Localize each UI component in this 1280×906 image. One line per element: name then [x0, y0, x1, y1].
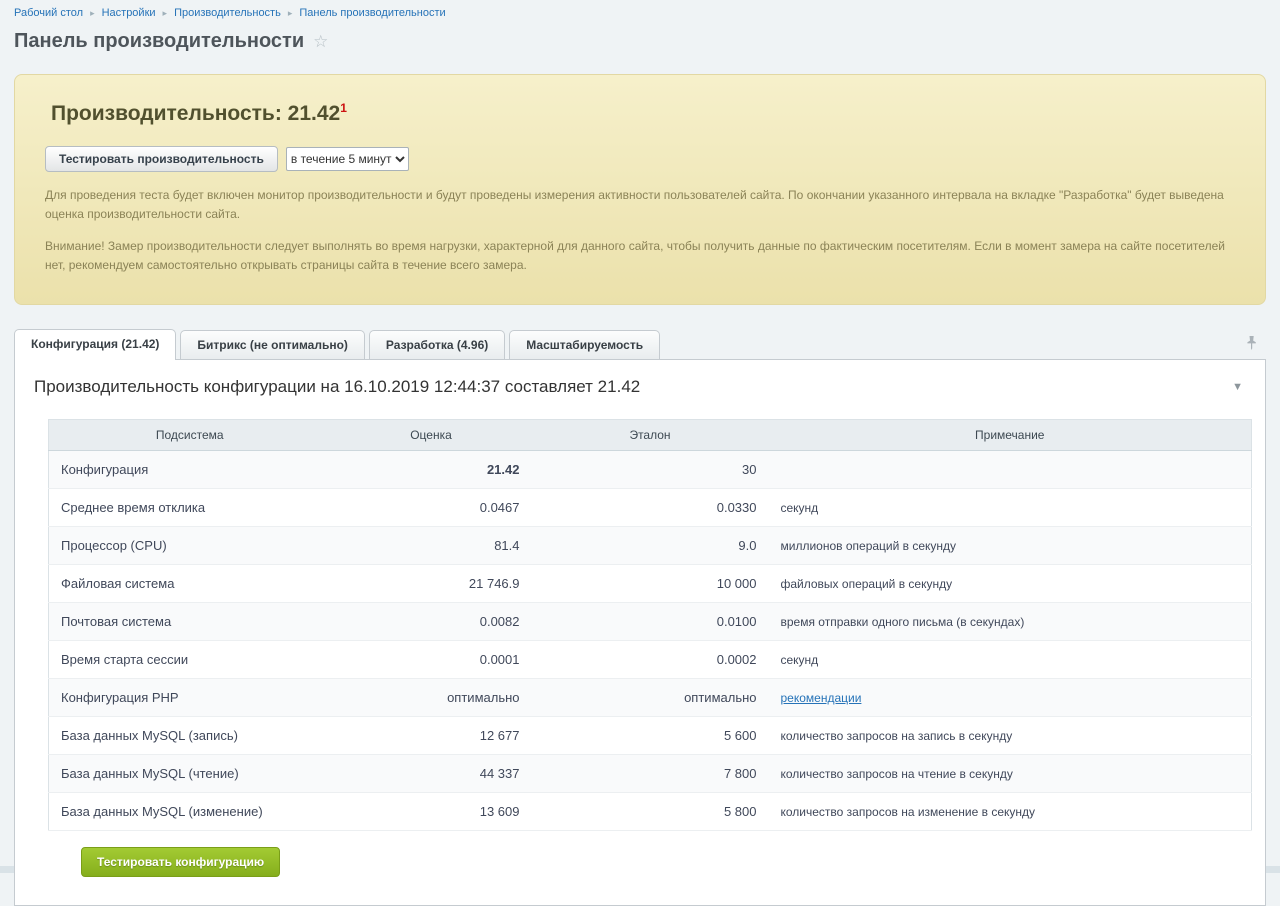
cell-etalon: оптимально: [531, 678, 769, 718]
table-row: Конфигурация 21.42 30: [48, 450, 1252, 490]
breadcrumb-item-desktop[interactable]: Рабочий стол: [14, 7, 83, 19]
tab-configuration[interactable]: Конфигурация (21.42): [14, 329, 177, 361]
table-row: Процессор (CPU) 81.4 9.0 миллионов операций…: [48, 526, 1252, 566]
cell-score: 12 677: [330, 716, 532, 756]
collapse-arrow-icon[interactable]: ▼: [1232, 381, 1243, 393]
performance-description: Для проведения теста будет включен монит…: [45, 188, 1224, 221]
pin-icon[interactable]: [1245, 335, 1258, 355]
cell-etalon: 10 000: [531, 564, 769, 604]
perf-table-body: Конфигурация 21.42 30 Среднее время отклика…: [48, 450, 1252, 832]
tab-scalability[interactable]: Масштабируемость: [509, 330, 661, 361]
cell-etalon: 5 600: [531, 716, 769, 756]
cell-score: 81.4: [330, 526, 532, 566]
cell-subsystem: Файловая система: [48, 564, 331, 604]
cell-etalon: 5 800: [531, 792, 769, 832]
cell-subsystem: База данных MySQL (изменение): [48, 792, 331, 832]
cell-subsystem: База данных MySQL (запись): [48, 716, 331, 756]
favorite-star-icon[interactable]: ☆: [313, 32, 328, 52]
cell-note: секунд: [768, 640, 1252, 680]
page-title-row: Панель производительности ☆: [0, 19, 1280, 65]
page-title: Панель производительности: [14, 30, 305, 52]
table-row: База данных MySQL (запись) 12 677 5 600 кол…: [48, 716, 1252, 756]
cell-note: количество запросов на изменение в секун…: [768, 792, 1252, 832]
duration-select[interactable]: в течение 5 минут: [285, 147, 409, 171]
table-row: Время старта сессии 0.0001 0.0002 секунд: [48, 640, 1252, 680]
recommendations-link[interactable]: рекомендации: [781, 691, 862, 705]
test-performance-button[interactable]: Тестировать производительность: [45, 146, 278, 172]
cell-score: 21 746.9: [330, 564, 532, 604]
cell-subsystem: Процессор (CPU): [48, 526, 331, 566]
cell-score: оптимально: [330, 678, 532, 718]
cell-subsystem: Почтовая система: [48, 602, 331, 642]
table-row: Файловая система 21 746.9 10 000 файловых о…: [48, 564, 1252, 604]
table-row: Конфигурация PHP оптимально оптимально реко…: [48, 678, 1252, 718]
cell-score: 13 609: [330, 792, 532, 832]
section-header: Производительность конфигурации на 16.10…: [15, 360, 1265, 409]
tab-development[interactable]: Разработка (4.96): [368, 330, 506, 361]
configuration-tab-content: Производительность конфигурации на 16.10…: [14, 359, 1266, 906]
cell-etalon: 7 800: [531, 754, 769, 794]
column-header-score: Оценка: [330, 419, 532, 452]
cell-etalon: 0.0330: [531, 488, 769, 528]
performance-table: Подсистема Оценка Эталон Примечание Конф…: [48, 419, 1252, 832]
performance-value: 21.42: [287, 102, 341, 125]
breadcrumb-item-settings[interactable]: Настройки: [102, 7, 156, 19]
table-row: База данных MySQL (чтение) 44 337 7 800 кол…: [48, 754, 1252, 794]
table-row: Почтовая система 0.0082 0.0100 время отправ…: [48, 602, 1252, 642]
column-header-etalon: Эталон: [531, 419, 769, 452]
tabs-row: Конфигурация (21.42) Битрикс (не оптимал…: [14, 329, 1266, 361]
breadcrumb-separator-icon: ▸: [162, 8, 168, 18]
performance-table-wrap: Подсистема Оценка Эталон Примечание Конф…: [15, 409, 1265, 897]
cell-etalon: 0.0100: [531, 602, 769, 642]
cell-note: секунд: [768, 488, 1252, 528]
column-header-subsystem: Подсистема: [48, 419, 331, 452]
cell-subsystem: Время старта сессии: [48, 640, 331, 680]
cell-note: миллионов операций в секунду: [768, 526, 1252, 566]
cell-subsystem: Конфигурация: [48, 450, 331, 490]
cell-subsystem: База данных MySQL (чтение): [48, 754, 331, 794]
performance-controls: Тестировать производительность в течение…: [45, 146, 1229, 172]
breadcrumb-item-performance-panel[interactable]: Панель производительности: [299, 7, 445, 19]
cell-score: 44 337: [330, 754, 532, 794]
cell-subsystem: Среднее время отклика: [48, 488, 331, 528]
section-title: Производительность конфигурации на 16.10…: [34, 377, 641, 397]
cell-score: 21.42: [330, 450, 532, 490]
cell-subsystem: Конфигурация PHP: [48, 678, 331, 718]
cell-etalon: 30: [531, 450, 769, 490]
performance-warning: Внимание! Замер производительности следу…: [45, 239, 1225, 272]
cell-score: 0.0082: [330, 602, 532, 642]
performance-panel: Производительность: 21.421 Тестировать п…: [14, 74, 1266, 306]
breadcrumb-separator-icon: ▸: [90, 8, 95, 18]
cell-score: 0.0001: [330, 640, 532, 680]
cell-note: файловых операций в секунду: [768, 564, 1252, 604]
breadcrumb-item-performance[interactable]: Производительность: [174, 7, 281, 19]
cell-note: количество запросов на чтение в секунду: [768, 754, 1252, 794]
column-header-note: Примечание: [768, 419, 1252, 452]
table-row: Среднее время отклика 0.0467 0.0330 секунд: [48, 488, 1252, 528]
table-header-row: Подсистема Оценка Эталон Примечание: [48, 419, 1252, 452]
cell-note: время отправки одного письма (в секундах…: [768, 602, 1252, 642]
breadcrumb-separator-icon: ▸: [287, 8, 293, 18]
performance-heading: Производительность: 21.421: [51, 101, 1229, 126]
cell-note: рекомендации: [768, 678, 1252, 718]
cell-etalon: 9.0: [531, 526, 769, 566]
cell-note: [768, 450, 1252, 490]
performance-heading-text: Производительность:: [51, 102, 288, 125]
cell-etalon: 0.0002: [531, 640, 769, 680]
cell-score: 0.0467: [330, 488, 532, 528]
table-row: База данных MySQL (изменение) 13 609 5 800…: [48, 792, 1252, 832]
cell-note: количество запросов на запись в секунду: [768, 716, 1252, 756]
footnote-mark: 1: [340, 101, 347, 115]
breadcrumb: Рабочий стол ▸ Настройки ▸ Производительност…: [0, 0, 1280, 19]
tab-bitrix[interactable]: Битрикс (не оптимально): [180, 330, 365, 361]
